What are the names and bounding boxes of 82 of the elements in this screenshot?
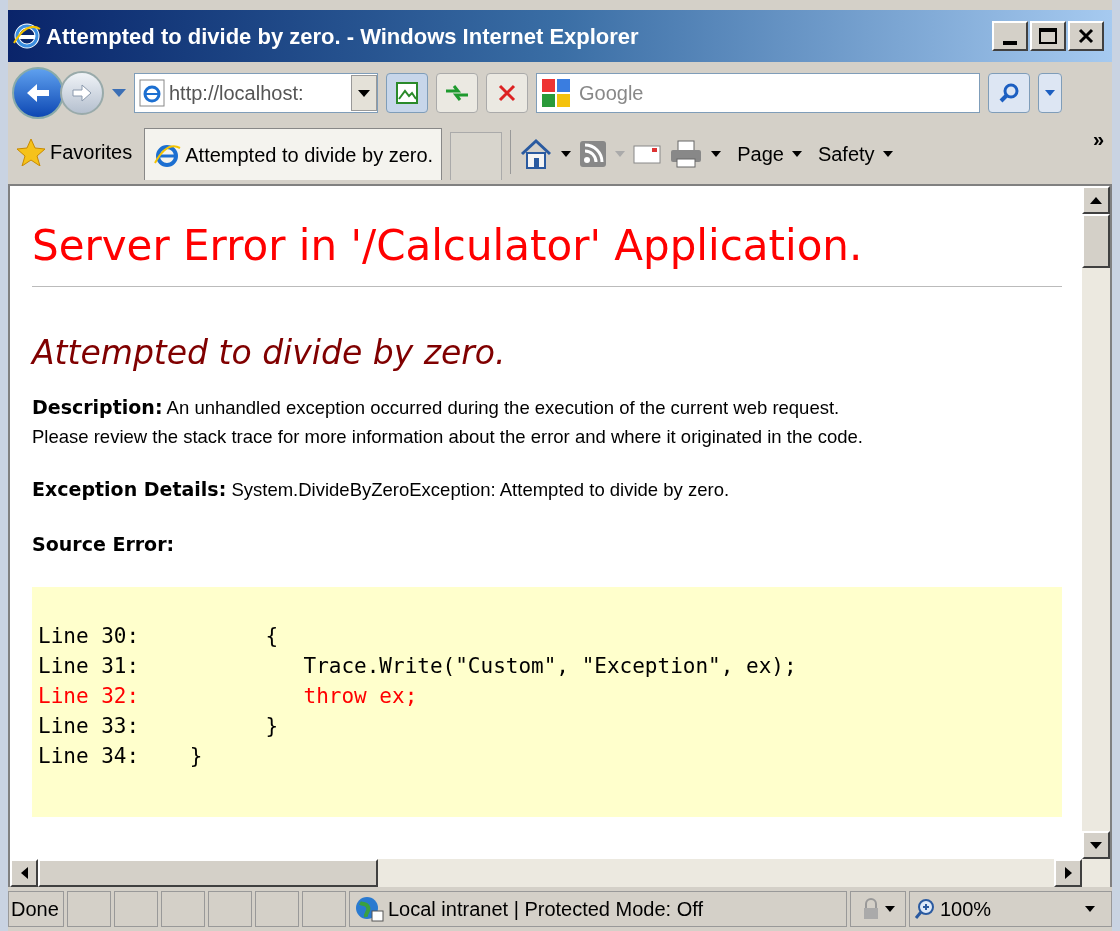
search-input[interactable]: Google bbox=[579, 78, 979, 108]
star-icon bbox=[16, 138, 46, 166]
favorites-button[interactable]: Favorites bbox=[12, 128, 137, 176]
caret-icon bbox=[358, 89, 370, 97]
scroll-down-button[interactable] bbox=[1082, 831, 1110, 859]
chevron-button[interactable]: » bbox=[1092, 124, 1108, 154]
scroll-thumb[interactable] bbox=[1082, 214, 1110, 268]
caret-icon[interactable] bbox=[561, 151, 572, 157]
compatibility-button[interactable] bbox=[386, 73, 428, 113]
zoom-button[interactable]: 100% bbox=[909, 891, 1112, 927]
caret-icon[interactable] bbox=[711, 151, 722, 157]
left-arrow-icon bbox=[25, 82, 51, 104]
menu-button[interactable]: Page bbox=[737, 139, 802, 169]
caret-icon bbox=[885, 906, 895, 912]
status-pane bbox=[208, 891, 252, 927]
picture-icon bbox=[395, 81, 419, 105]
caret-icon bbox=[1045, 90, 1055, 96]
scroll-left-button[interactable] bbox=[10, 859, 38, 887]
lock-icon bbox=[861, 898, 881, 920]
exception-details-text: Exception Details: System.DivideByZeroException: Attempted to divide by zero. bbox=[32, 477, 731, 502]
mail-icon[interactable] bbox=[633, 143, 662, 165]
minimize-button[interactable] bbox=[992, 21, 1028, 51]
minimize-icon bbox=[1003, 41, 1017, 45]
up-arrow-icon bbox=[1090, 196, 1102, 204]
browser-tab[interactable]: Attempted to divide by zero. bbox=[144, 128, 443, 180]
status-pane bbox=[302, 891, 346, 927]
menu-button[interactable]: Safety bbox=[817, 139, 893, 169]
code-line: Line 32: throw ex; bbox=[38, 683, 418, 710]
zoom-level-text: 100% bbox=[940, 897, 992, 922]
description-text: Description: An unhandled exception occurred during the execution of the current web request. Please review the stack trace for more information about the error and where it originated in the code. bbox=[32, 395, 864, 449]
right-arrow-icon bbox=[1064, 867, 1072, 879]
close-icon bbox=[1078, 28, 1094, 44]
code-line: Line 30: { bbox=[38, 623, 279, 650]
stop-button[interactable] bbox=[486, 73, 528, 113]
status-pane bbox=[114, 891, 158, 927]
page-heading: Server Error in '/Calculator' Application. bbox=[32, 220, 864, 272]
maximize-button[interactable] bbox=[1030, 21, 1066, 51]
window-title: Attempted to divide by zero. - Windows Internet Explorer bbox=[46, 22, 640, 51]
search-options-button[interactable] bbox=[1038, 73, 1062, 113]
code-line: Line 31: Trace.Write("Custom", "Exception", ex); bbox=[38, 653, 797, 680]
address-dropdown-button[interactable] bbox=[351, 75, 377, 111]
right-arrow-icon bbox=[71, 84, 93, 102]
search-provider-logo-icon bbox=[541, 78, 571, 108]
globe-icon bbox=[354, 895, 384, 923]
source-error-label: Source Error: bbox=[32, 532, 176, 557]
caret-icon bbox=[882, 151, 893, 157]
home-icon[interactable] bbox=[519, 138, 554, 170]
code-line: Line 34: } bbox=[38, 743, 203, 770]
error-title: Attempted to divide by zero. bbox=[32, 332, 507, 374]
printer-icon[interactable] bbox=[669, 139, 704, 169]
vertical-scrollbar[interactable] bbox=[1082, 186, 1110, 859]
scroll-up-button[interactable] bbox=[1082, 186, 1110, 214]
scroll-thumb[interactable] bbox=[38, 859, 378, 887]
status-pane bbox=[67, 891, 111, 927]
caret-icon bbox=[791, 151, 802, 157]
page-icon bbox=[139, 79, 165, 107]
code-line: Line 33: } bbox=[38, 713, 279, 740]
close-button[interactable] bbox=[1068, 21, 1104, 51]
refresh-button[interactable] bbox=[436, 73, 478, 113]
refresh-icon bbox=[444, 82, 470, 104]
dropdown-arrow-icon[interactable] bbox=[112, 89, 126, 97]
status-pane bbox=[255, 891, 299, 927]
status-text: Done bbox=[8, 891, 64, 927]
scroll-right-button[interactable] bbox=[1054, 859, 1082, 887]
horizontal-scrollbar[interactable] bbox=[10, 859, 1110, 887]
caret-icon bbox=[1085, 906, 1095, 912]
search-icon bbox=[998, 82, 1020, 104]
address-field[interactable]: http://localhost: bbox=[134, 73, 378, 113]
favorites-label: Favorites bbox=[50, 140, 133, 165]
left-arrow-icon bbox=[20, 867, 28, 879]
browser-logo-icon bbox=[12, 21, 42, 51]
zone-text: Local intranet | Protected Mode: Off bbox=[388, 897, 703, 922]
back-button[interactable] bbox=[12, 67, 64, 119]
close-icon bbox=[497, 83, 517, 103]
feed-icon[interactable] bbox=[579, 140, 608, 168]
search-field[interactable]: Google bbox=[536, 73, 980, 113]
maximize-icon bbox=[1039, 28, 1057, 44]
search-button[interactable] bbox=[988, 73, 1030, 113]
magnifier-icon bbox=[914, 898, 936, 920]
down-arrow-icon bbox=[1090, 841, 1102, 849]
url-text: http://localhost: bbox=[169, 81, 305, 106]
status-pane bbox=[161, 891, 205, 927]
